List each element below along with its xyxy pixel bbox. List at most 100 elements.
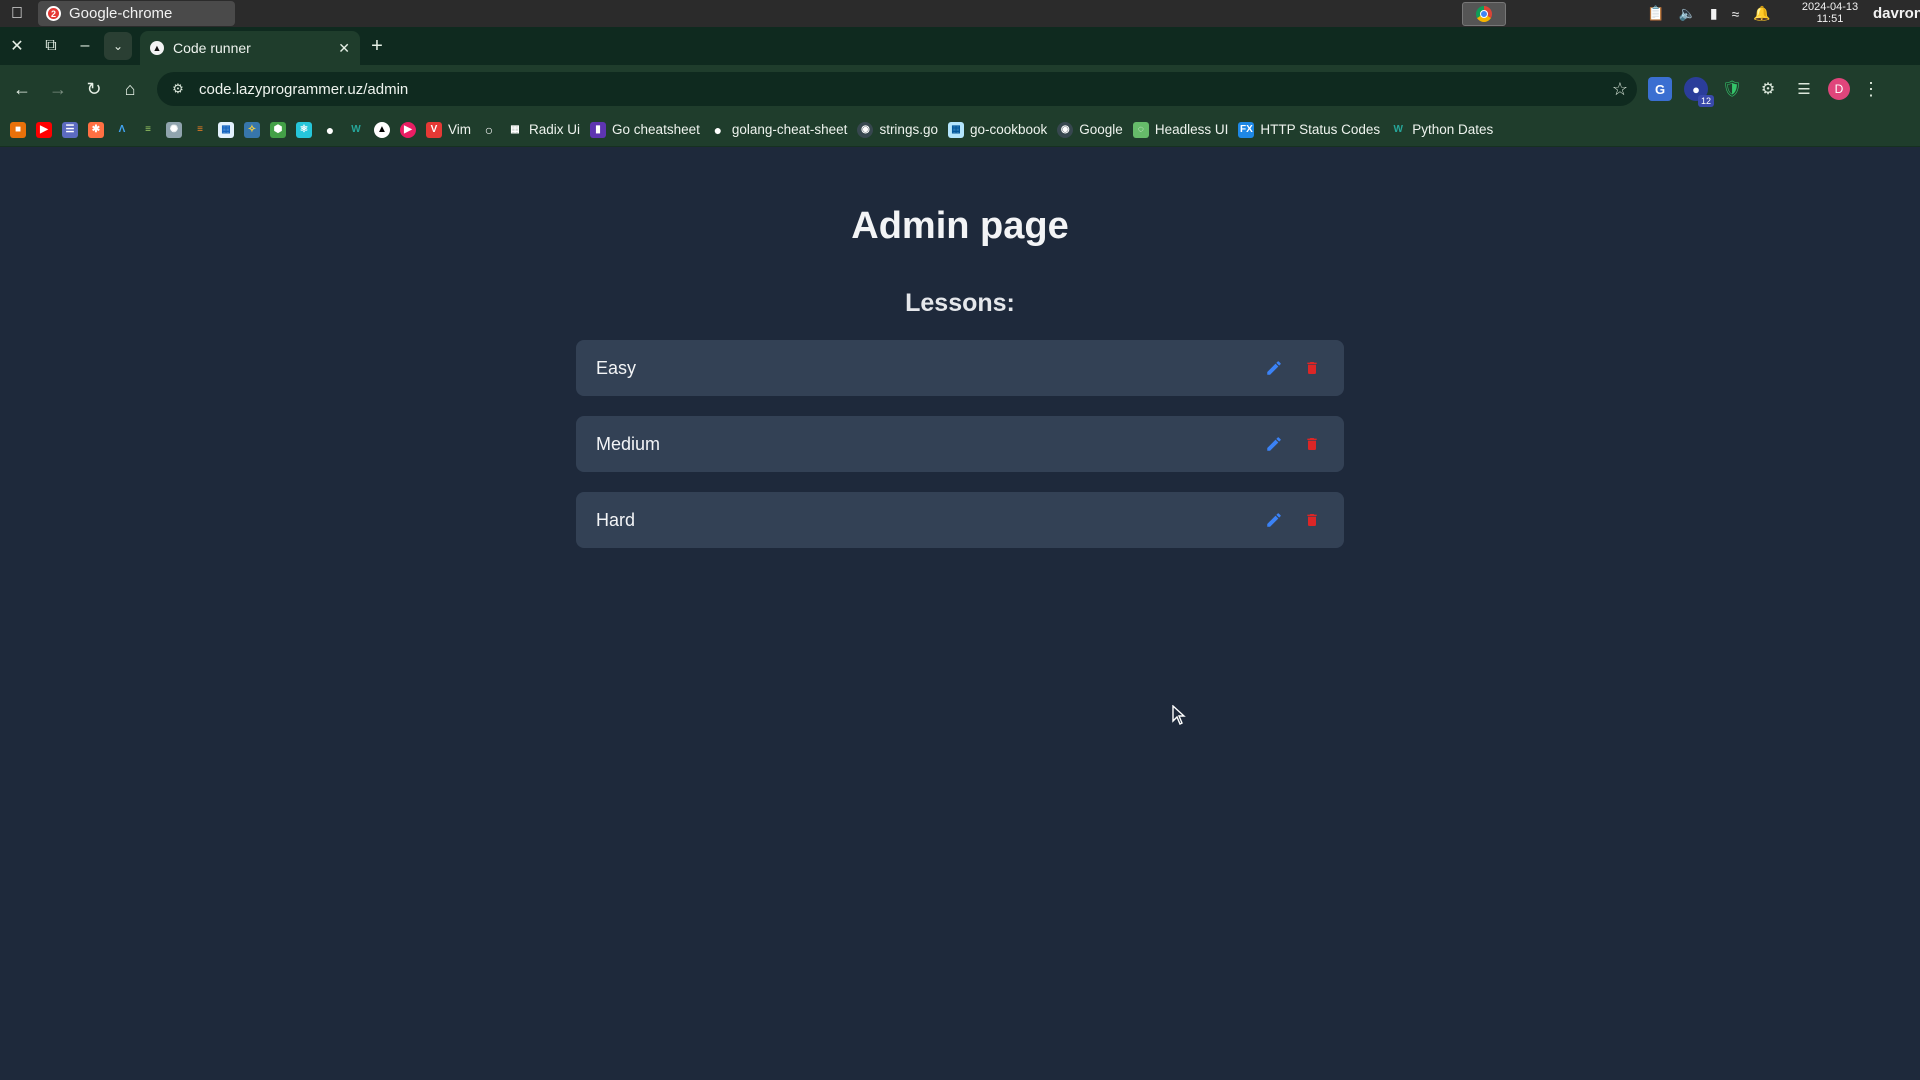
site-info-icon[interactable]: ⚙ — [169, 80, 187, 98]
page-content: Admin page Lessons: Easy Medium Hard — [0, 147, 1920, 1080]
system-tray: 📋 🔈 ▮ ≈ 🔔 — [1647, 0, 1771, 27]
bookmark-label: Radix Ui — [529, 122, 581, 137]
bookmark-label: Vim — [448, 122, 472, 137]
minimize-window-icon[interactable]: – — [68, 29, 102, 63]
bookmark-node-icon[interactable]: ⬢ — [270, 121, 286, 138]
browser-toolbar: ← → ↻ ⌂ ⚙ code.lazyprogrammer.uz/admin ☆… — [0, 65, 1920, 113]
bookmark-react-icon[interactable]: ⚛ — [296, 121, 312, 138]
bookmark-github-icon[interactable]: ● — [322, 122, 338, 138]
forward-arrow-icon[interactable]: → — [40, 71, 76, 107]
bookmark-vim[interactable]: V Vim — [426, 121, 472, 138]
translate-extension-icon[interactable]: G — [1648, 77, 1672, 101]
headless-ui-icon: ◌ — [1132, 121, 1149, 138]
github-icon: ● — [713, 121, 723, 138]
active-window-indicator[interactable]: 2 Google-chrome — [38, 1, 235, 26]
bookmark-github-2-icon[interactable]: ○ — [481, 122, 497, 138]
tab-title: Code runner — [173, 40, 251, 56]
bookmark-w-icon[interactable]: W — [348, 122, 364, 138]
browser-tab-active[interactable]: ▲ Code runner ✕ — [140, 31, 360, 65]
bookmark-google[interactable]: ◉ Google — [1057, 121, 1123, 138]
lesson-item[interactable]: Medium — [576, 416, 1344, 472]
bookmark-http-status-codes[interactable]: FX HTTP Status Codes — [1238, 121, 1381, 138]
os-top-bar:  2 Google-chrome 📋 🔈 ▮ ≈ 🔔 2024-04-13 1… — [0, 0, 1920, 27]
go-cheatsheet-icon: ▮ — [590, 121, 607, 138]
lesson-item[interactable]: Easy — [576, 340, 1344, 396]
os-username[interactable]: davron — [1873, 5, 1920, 22]
bookmark-label: Google — [1079, 122, 1123, 137]
chrome-menu-icon[interactable]: ⋮ — [1862, 79, 1880, 100]
globe-icon: ◉ — [857, 121, 874, 138]
battery-icon[interactable]: ▮ — [1710, 5, 1718, 22]
bookmark-openai-icon[interactable]: ✺ — [166, 121, 182, 138]
restore-window-icon[interactable]: ⧉ — [34, 29, 68, 63]
extension-with-badge-icon[interactable]: ● 12 — [1684, 77, 1714, 107]
page-title: Admin page — [851, 205, 1069, 247]
tab-favicon-icon: ▲ — [150, 41, 164, 55]
bookmark-python-dates[interactable]: W Python Dates — [1390, 122, 1493, 138]
bookmark-orange-app-icon[interactable]: ■ — [10, 121, 26, 138]
active-window-title: Google-chrome — [69, 5, 173, 22]
shield-extension-icon[interactable]: 🛡 — [1720, 77, 1744, 101]
w-icon: W — [1393, 124, 1403, 135]
chrome-dock-slot[interactable] — [1462, 2, 1506, 26]
bookmark-label: go-cookbook — [969, 122, 1048, 137]
edit-pencil-icon[interactable] — [1262, 356, 1286, 380]
bookmark-go-cookbook[interactable]: ▦ go-cookbook — [947, 121, 1048, 138]
address-url[interactable]: code.lazyprogrammer.uz/admin — [199, 81, 1603, 98]
window-count-badge: 2 — [46, 6, 61, 21]
doc-icon: ▦ — [947, 121, 964, 138]
bookmark-golang-cheat-sheet[interactable]: ● golang-cheat-sheet — [710, 122, 848, 138]
bookmark-youtube-icon[interactable]: ▶ — [36, 121, 52, 138]
extensions-area: G ● 12 🛡 ⚙ ☰ D ⋮ — [1648, 73, 1880, 107]
bookmark-label: golang-cheat-sheet — [731, 122, 848, 137]
bookmark-python-icon[interactable]: ✧ — [244, 121, 260, 138]
apple-icon[interactable]:  — [0, 5, 34, 23]
bookmark-list-icon[interactable]: ☰ — [62, 121, 78, 138]
volume-icon[interactable]: 🔈 — [1678, 5, 1695, 22]
mouse-cursor-icon — [1172, 705, 1186, 725]
home-icon[interactable]: ⌂ — [112, 71, 148, 107]
media-controls-icon[interactable]: ☰ — [1792, 77, 1816, 101]
globe-icon: ◉ — [1057, 121, 1074, 138]
wifi-icon[interactable]: ≈ — [1732, 6, 1740, 22]
bookmark-a-icon[interactable]: Λ — [114, 122, 130, 138]
tab-search-chevron-down-icon[interactable]: ⌄ — [104, 32, 132, 60]
close-window-icon[interactable]: ✕ — [0, 29, 34, 63]
bookmark-strings-go[interactable]: ◉ strings.go — [857, 121, 938, 138]
extensions-puzzle-icon[interactable]: ⚙ — [1756, 77, 1780, 101]
clipboard-icon[interactable]: 📋 — [1647, 5, 1664, 22]
bookmark-asterisk-icon[interactable]: ✱ — [88, 121, 104, 138]
chrome-icon — [1476, 6, 1492, 22]
bookmark-play-icon[interactable]: ▶ — [400, 121, 416, 138]
delete-trash-icon[interactable] — [1300, 432, 1324, 456]
bookmark-star-icon[interactable]: ☆ — [1603, 79, 1637, 100]
bookmark-stack-icon[interactable]: ≡ — [140, 122, 156, 138]
lesson-item[interactable]: Hard — [576, 492, 1344, 548]
tab-close-icon[interactable]: ✕ — [338, 40, 350, 57]
new-tab-plus-icon[interactable]: + — [360, 29, 394, 63]
vim-icon: V — [426, 121, 442, 138]
profile-avatar[interactable]: D — [1828, 78, 1850, 100]
bookmark-doc-icon[interactable]: ▦ — [218, 121, 234, 138]
fx-icon: FX — [1238, 121, 1255, 138]
bell-icon[interactable]: 🔔 — [1753, 5, 1770, 22]
bookmark-label: HTTP Status Codes — [1260, 122, 1381, 137]
clock-time: 11:51 — [1816, 13, 1844, 25]
address-bar[interactable]: ⚙ code.lazyprogrammer.uz/admin ☆ — [157, 72, 1637, 106]
bookmark-go-cheatsheet[interactable]: ▮ Go cheatsheet — [590, 121, 700, 138]
lesson-list: Easy Medium Hard — [576, 340, 1344, 568]
system-clock[interactable]: 2024-04-13 11:51 — [1800, 1, 1860, 25]
edit-pencil-icon[interactable] — [1262, 508, 1286, 532]
delete-trash-icon[interactable] — [1300, 508, 1324, 532]
edit-pencil-icon[interactable] — [1262, 432, 1286, 456]
bookmark-headless-ui[interactable]: ◌ Headless UI — [1132, 121, 1228, 138]
lesson-name: Easy — [596, 357, 637, 378]
back-arrow-icon[interactable]: ← — [4, 71, 40, 107]
reload-icon[interactable]: ↻ — [76, 71, 112, 107]
delete-trash-icon[interactable] — [1300, 356, 1324, 380]
bookmark-stackoverflow-icon[interactable]: ≡ — [192, 122, 208, 138]
bookmark-label: strings.go — [879, 122, 938, 137]
bookmark-triangle-icon[interactable]: ▲ — [374, 121, 390, 138]
clock-date: 2024-04-13 — [1801, 1, 1859, 13]
bookmark-radix-ui[interactable]: ▦ Radix Ui — [507, 122, 580, 138]
